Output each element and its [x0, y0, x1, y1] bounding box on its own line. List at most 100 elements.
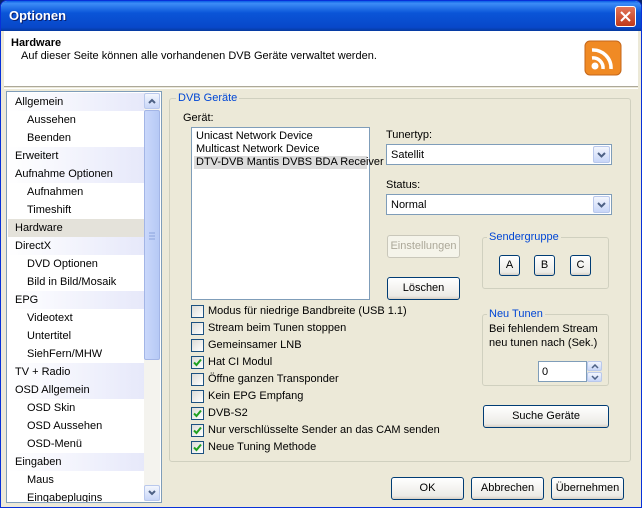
nav-scrollbar[interactable] — [144, 93, 160, 501]
sendergruppe-c-button[interactable]: C — [570, 255, 591, 276]
option-checkbox-row[interactable]: Kein EPG Empfang — [191, 389, 441, 405]
checkbox-label: Neue Tuning Methode — [208, 441, 317, 453]
nav-item[interactable]: OSD Allgemein — [8, 381, 146, 399]
delete-button[interactable]: Löschen — [387, 277, 460, 300]
option-checkbox-row[interactable]: Gemeinsamer LNB — [191, 338, 441, 354]
tunertype-dropdown-button[interactable] — [593, 146, 610, 163]
nav-item[interactable]: Aufnahme Optionen — [8, 165, 146, 183]
device-label: Gerät: — [183, 112, 214, 124]
option-checkbox-row[interactable]: Modus für niedrige Bandbreite (USB 1.1) — [191, 304, 441, 320]
options-nav-list[interactable]: Eingabeplugins Maus Eingaben OSD-Menü OSD Au… — [6, 91, 162, 503]
nav-item[interactable]: Bild in Bild/Mosaik — [8, 273, 146, 291]
chevron-down-icon — [148, 490, 156, 496]
checkmark-icon — [193, 409, 202, 418]
device-list-item[interactable]: Multicast Network Device — [194, 143, 367, 156]
nav-item[interactable]: Allgemein — [8, 93, 146, 111]
chevron-up-icon — [591, 364, 599, 369]
nav-item[interactable]: DVD Optionen — [8, 255, 146, 273]
nav-item[interactable]: Aussehen — [8, 111, 146, 129]
chevron-down-icon — [597, 152, 606, 158]
nav-item[interactable]: Untertitel — [8, 327, 146, 345]
cancel-button[interactable]: Abbrechen — [471, 477, 544, 500]
scroll-up-button[interactable] — [144, 93, 160, 109]
nav-item[interactable]: TV + Radio — [8, 363, 146, 381]
nav-item[interactable]: Eingaben — [8, 453, 146, 471]
checkmark-icon — [193, 426, 202, 435]
checkbox[interactable] — [191, 390, 204, 403]
checkbox[interactable] — [191, 407, 204, 420]
chevron-down-icon — [597, 202, 606, 208]
checkbox-label: Stream beim Tunen stoppen — [208, 322, 347, 334]
tunertype-select[interactable]: Satellit — [386, 144, 612, 165]
settings-button[interactable]: Einstellungen — [387, 235, 460, 258]
rss-icon — [584, 40, 622, 76]
checkbox-label: Modus für niedrige Bandbreite (USB 1.1) — [208, 305, 407, 317]
checkbox[interactable] — [191, 322, 204, 335]
scroll-down-button[interactable] — [144, 485, 160, 501]
checkbox-label: Kein EPG Empfang — [208, 390, 304, 402]
nav-item[interactable]: OSD Skin — [8, 399, 146, 417]
checkbox[interactable] — [191, 339, 204, 352]
nav-item[interactable]: Eingabeplugins — [8, 489, 146, 502]
status-label: Status: — [386, 179, 421, 191]
nav-item[interactable]: Timeshift — [8, 201, 146, 219]
sendergruppe-a-button[interactable]: A — [499, 255, 520, 276]
device-list-item[interactable]: Unicast Network Device — [194, 130, 367, 143]
ok-button[interactable]: OK — [391, 477, 464, 500]
options-window: Optionen Hardware Auf dieser Seite könne… — [0, 0, 642, 508]
chevron-down-icon — [591, 375, 599, 380]
checkbox-label: Nur verschlüsselte Sender an das CAM sen… — [208, 424, 440, 436]
status-dropdown-button[interactable] — [593, 196, 610, 213]
nav-item[interactable]: Beenden — [8, 129, 146, 147]
option-checkbox-row[interactable]: Neue Tuning Methode — [191, 440, 441, 456]
nav-item[interactable]: EPG — [8, 291, 146, 309]
option-checkbox-row[interactable]: Stream beim Tunen stoppen — [191, 321, 441, 337]
apply-button[interactable]: Übernehmen — [551, 477, 624, 500]
checkbox-label: Hat CI Modul — [208, 356, 273, 368]
nav-item[interactable]: Erweitert — [8, 147, 146, 165]
checkbox-label: Öffne ganzen Transponder — [208, 373, 339, 385]
option-checkbox-row[interactable]: Öffne ganzen Transponder — [191, 372, 441, 388]
search-devices-button[interactable]: Suche Geräte — [483, 405, 609, 428]
tunertype-value: Satellit — [391, 149, 425, 161]
page-header: Hardware Auf dieser Seite können alle vo… — [4, 31, 638, 87]
checkmark-icon — [193, 358, 202, 367]
option-checkbox-row[interactable]: Hat CI Modul — [191, 355, 441, 371]
nav-item[interactable]: OSD Aussehen — [8, 417, 146, 435]
nav-item[interactable]: Aufnahmen — [8, 183, 146, 201]
checkbox[interactable] — [191, 373, 204, 386]
close-button[interactable] — [615, 6, 636, 27]
status-select[interactable]: Normal — [386, 194, 612, 215]
retune-seconds-value: 0 — [542, 366, 549, 378]
scroll-thumb[interactable] — [144, 110, 160, 360]
spin-up-button[interactable] — [587, 361, 602, 371]
sendergruppe-label: Sendergruppe — [487, 231, 561, 243]
device-list-item[interactable]: DTV-DVB Mantis DVBS BDA Receiver — [194, 156, 384, 169]
title-bar[interactable]: Optionen — [1, 1, 641, 31]
neu-tunen-text-2: neu tunen nach (Sek.) — [489, 337, 598, 349]
status-value: Normal — [391, 199, 427, 211]
checkbox[interactable] — [191, 305, 204, 318]
checkmark-icon — [193, 443, 202, 452]
nav-item[interactable]: SiehFern/MHW — [8, 345, 146, 363]
checkbox-label: Gemeinsamer LNB — [208, 339, 302, 351]
checkbox[interactable] — [191, 356, 204, 369]
device-list[interactable]: Unicast Network Device Multicast Network … — [191, 127, 384, 300]
nav-item[interactable]: OSD-Menü — [8, 435, 146, 453]
sendergruppe-b-button[interactable]: B — [534, 255, 555, 276]
option-checkbox-row[interactable]: Nur verschlüsselte Sender an das CAM sen… — [191, 423, 441, 439]
nav-item[interactable]: Videotext — [8, 309, 146, 327]
checkbox[interactable] — [191, 424, 204, 437]
spin-down-button[interactable] — [587, 372, 602, 382]
checkbox[interactable] — [191, 441, 204, 454]
retune-seconds-input[interactable]: 0 — [538, 361, 587, 382]
page-description: Auf dieser Seite können alle vorhandenen… — [21, 50, 377, 62]
nav-item[interactable]: Hardware — [8, 219, 146, 237]
nav-item[interactable]: DirectX — [8, 237, 146, 255]
nav-item[interactable]: Maus — [8, 471, 146, 489]
neu-tunen-text-1: Bei fehlendem Stream — [489, 323, 598, 335]
option-checkbox-row[interactable]: DVB-S2 — [191, 406, 441, 422]
close-icon — [620, 11, 631, 22]
header-divider — [4, 88, 638, 89]
checkbox-label: DVB-S2 — [208, 407, 248, 419]
